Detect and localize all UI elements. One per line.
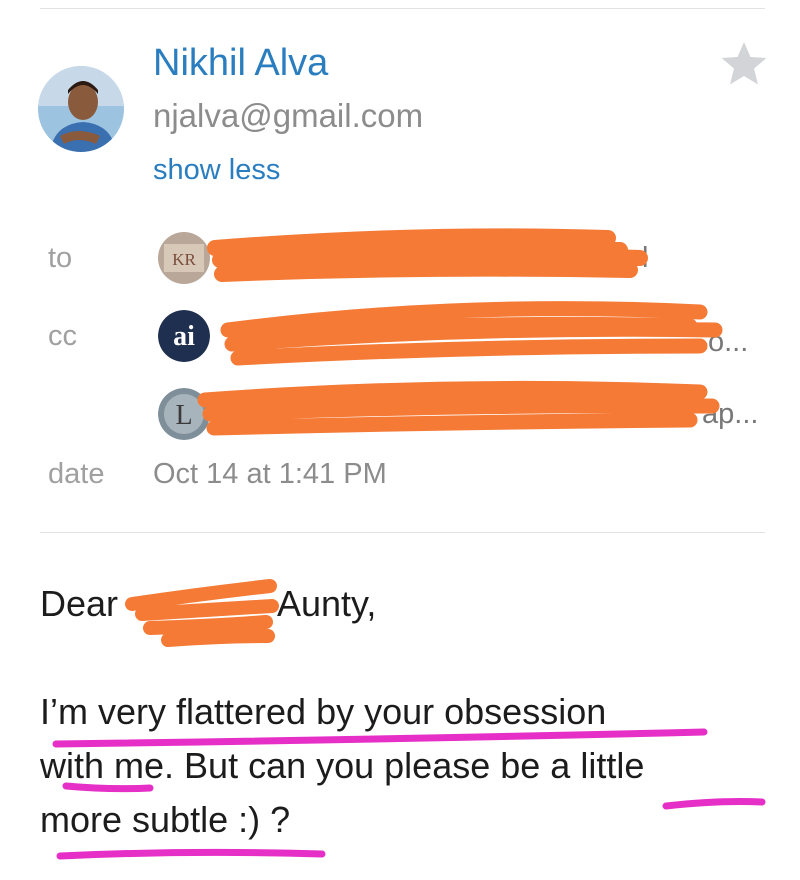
message-line-1: I’m very flattered by your obsession — [40, 691, 607, 732]
show-less-link[interactable]: show less — [153, 150, 280, 190]
underline-3 — [662, 798, 766, 810]
underline-4 — [56, 848, 326, 860]
to-label: to — [48, 242, 73, 274]
recipient-initials-cc-1: ai — [173, 321, 195, 352]
greeting-end: Aunty, — [277, 583, 377, 624]
redaction-cc-1 — [220, 301, 723, 366]
recipient-avatar-to-1[interactable]: KR — [158, 232, 210, 284]
message-line-3: more subtle :) ? — [40, 799, 291, 840]
top-divider — [40, 8, 765, 9]
sender-email: njalva@gmail.com — [153, 97, 424, 134]
body-divider — [40, 532, 765, 533]
message-line-2: with me. But can you please be a little — [40, 745, 645, 786]
redaction-cc-2 — [197, 380, 720, 436]
recipient-address-cc-1: o... — [708, 326, 749, 358]
date-label: date — [48, 458, 105, 490]
greeting-start: Dear — [40, 583, 119, 624]
recipient-avatar-cc-2[interactable]: L — [158, 388, 210, 440]
star-icon[interactable] — [718, 38, 770, 90]
sender-avatar[interactable] — [38, 66, 124, 152]
redaction-name — [125, 579, 279, 647]
recipient-initials-cc-2: L — [175, 400, 192, 431]
recipient-initials-to-1: KR — [172, 250, 196, 269]
avatar-image — [38, 66, 124, 152]
recipient-address-cc-2: ap... — [702, 398, 759, 430]
recipient-avatar-cc-1[interactable]: ai — [158, 310, 210, 362]
date-value: Oct 14 at 1:41 PM — [153, 458, 387, 490]
sender-name: Nikhil Alva — [153, 42, 329, 84]
cc-label: cc — [48, 320, 77, 352]
redaction-to — [207, 228, 648, 282]
recipient-address-to-1: l — [642, 242, 649, 274]
